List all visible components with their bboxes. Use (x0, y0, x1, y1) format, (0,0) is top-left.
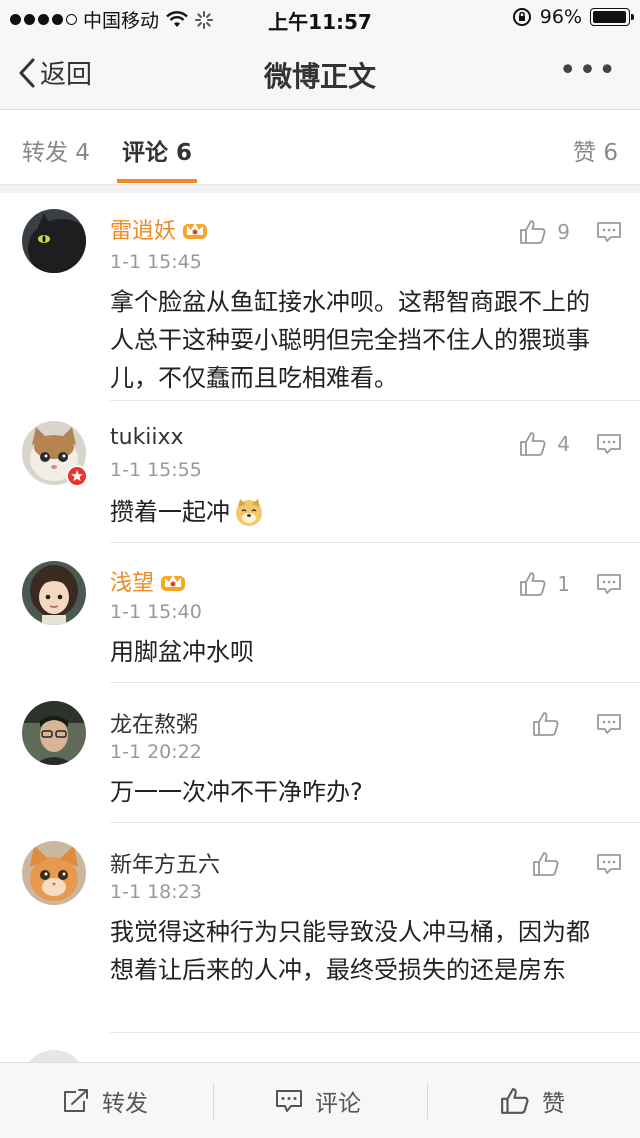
author-name: 新年方五六 (110, 853, 221, 878)
comment-author[interactable]: 新年方五六 (110, 847, 220, 879)
status-bar: 中国移动 上午11:57 96% (0, 0, 640, 36)
comment-text-content: 攒着一起冲 (110, 498, 230, 526)
author-name: 雷逍妖 (110, 219, 177, 244)
like-count: 1 (557, 572, 570, 596)
comment-time: 1-1 18:23 (110, 881, 202, 903)
orientation-lock-icon (512, 8, 531, 26)
reply-icon[interactable] (596, 713, 622, 735)
comment-time: 1-1 15:55 (110, 459, 202, 481)
comment-author[interactable]: 浅望 (110, 565, 186, 597)
comment-item: 雷逍妖 1-1 15:45 拿个脸盆从鱼缸接水冲呗。这帮智商跟不上的人总干这种耍… (0, 193, 640, 401)
like-button[interactable] (532, 851, 570, 877)
comment-icon (276, 1090, 302, 1112)
status-right: 96% (512, 6, 634, 28)
comment-time: 1-1 15:45 (110, 251, 202, 273)
like-count: 9 (557, 220, 570, 244)
comment-text: 我觉得这种行为只能导致没人冲马桶，因为都想着让后来的人冲，最终受损失的还是房东 (110, 918, 590, 984)
comment-label: 评论 (315, 1091, 361, 1117)
like-label: 赞 (542, 1091, 565, 1117)
author-name: tukiixx (110, 425, 184, 450)
comment-author[interactable]: 龙在熬粥 (110, 707, 198, 739)
reply-icon[interactable] (596, 221, 622, 243)
more-button[interactable]: ••• (559, 56, 618, 86)
repost-button[interactable]: 转发 (62, 1063, 148, 1138)
thumbs-up-icon (520, 220, 546, 244)
like-button[interactable]: 1 (519, 571, 570, 597)
reply-icon[interactable] (596, 433, 622, 455)
like-toolbar-button[interactable]: 赞 (500, 1063, 565, 1138)
comment-time: 1-1 15:40 (110, 601, 202, 623)
tab-comment[interactable]: 评论 6 (122, 133, 192, 167)
weibo-detail-page: 中国移动 上午11:57 96% 返回 微博正文 ••• 转发 4 评论 6 赞… (0, 0, 640, 1138)
tab-like[interactable]: 赞 6 (573, 133, 618, 167)
comment-text: 拿个脸盆从鱼缸接水冲呗。这帮智商跟不上的人总干这种耍小聪明但完全挡不住人的猥琐事… (110, 288, 590, 392)
thumbs-up-icon (520, 572, 546, 596)
thumbs-up-icon (520, 432, 546, 456)
like-count: 4 (557, 432, 570, 456)
active-tab-indicator (117, 179, 197, 183)
comment-item: tukiixx 1-1 15:55 攒着一起冲 4 (0, 401, 640, 543)
section-gap (0, 185, 640, 193)
verified-badge-icon (66, 465, 88, 487)
comment-text: 攒着一起冲 (110, 493, 610, 531)
tab-repost[interactable]: 转发 4 (22, 133, 90, 167)
avatar[interactable] (22, 209, 86, 273)
comment-divider (110, 1032, 640, 1033)
thumbs-up-icon (533, 852, 559, 876)
author-name: 龙在熬粥 (110, 713, 199, 738)
comment-item: 新年方五六 1-1 18:23 我觉得这种行为只能导致没人冲马桶，因为都想着让后… (0, 823, 640, 1033)
toolbar-separator (213, 1083, 214, 1119)
battery-percent: 96% (539, 6, 582, 28)
battery-icon (590, 8, 634, 26)
bottom-toolbar: 转发 评论 赞 (0, 1062, 640, 1138)
thumbs-up-icon (501, 1088, 529, 1114)
comment-author[interactable]: tukiixx (110, 425, 184, 450)
vip-crown-icon (161, 575, 186, 591)
repost-icon (64, 1089, 88, 1112)
repost-label: 转发 (102, 1091, 148, 1117)
like-button[interactable]: 4 (519, 431, 570, 457)
comment-author[interactable]: 雷逍妖 (110, 213, 208, 245)
tab-bar: 转发 4 评论 6 赞 6 (0, 111, 640, 185)
avatar[interactable] (22, 561, 86, 625)
comment-item: 龙在熬粥 1-1 20:22 万一一次冲不干净咋办? (0, 683, 640, 823)
vip-crown-icon (183, 223, 208, 239)
comment-text: 万一一次冲不干净咋办? (110, 778, 363, 806)
reply-icon[interactable] (596, 573, 622, 595)
toolbar-separator (427, 1083, 428, 1119)
avatar[interactable] (22, 701, 86, 765)
comment-text: 用脚盆冲水呗 (110, 638, 254, 666)
comment-time: 1-1 20:22 (110, 741, 202, 763)
page-title: 微博正文 (263, 60, 376, 93)
doge-emoji-icon (236, 499, 262, 526)
like-button[interactable] (532, 711, 570, 737)
author-name: 浅望 (110, 571, 155, 596)
like-button[interactable]: 9 (519, 219, 570, 245)
thumbs-up-icon (533, 712, 559, 736)
avatar[interactable] (22, 841, 86, 905)
comment-item: 浅望 1-1 15:40 用脚盆冲水呗 1 (0, 543, 640, 683)
comment-button[interactable]: 评论 (275, 1063, 361, 1138)
reply-icon[interactable] (596, 853, 622, 875)
nav-bar: 返回 微博正文 ••• (0, 36, 640, 110)
